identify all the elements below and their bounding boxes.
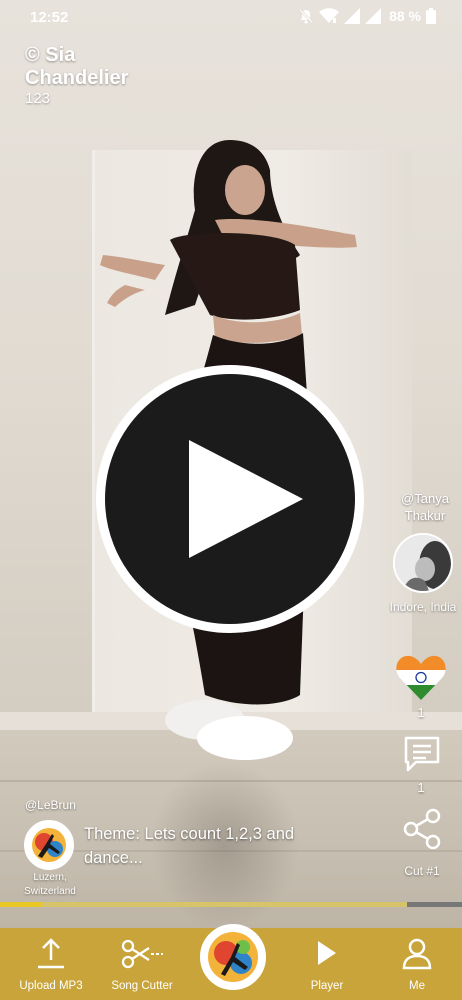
nav-label-upload-mp3: Upload MP3: [19, 980, 83, 992]
scissors-icon: [121, 939, 163, 969]
creator-avatar[interactable]: [393, 533, 453, 593]
center-disc-button[interactable]: [200, 924, 266, 990]
wifi-icon: [319, 8, 340, 23]
disc-artwork: [203, 927, 263, 987]
creator-photo: [395, 535, 451, 591]
nav-label-me: Me: [409, 980, 425, 992]
share-icon[interactable]: [402, 808, 442, 850]
flag-heart-icon[interactable]: [396, 654, 446, 700]
uploader-photo: [26, 822, 72, 868]
nav-upload-mp3[interactable]: Upload MP3: [6, 928, 96, 1000]
person-icon: [402, 938, 432, 970]
battery-icon: [426, 8, 436, 24]
like-count: 1: [417, 705, 425, 720]
creator-location: Indore, India: [389, 600, 457, 614]
status-time: 12:52: [30, 9, 69, 26]
progress-played: [0, 902, 42, 907]
signal-icon: [344, 8, 361, 24]
nav-me[interactable]: Me: [372, 928, 462, 1000]
uploader-location: Luzern, Switzerland: [24, 872, 76, 897]
play-icon: [189, 440, 303, 558]
battery-percent: 88 %: [389, 8, 421, 24]
upload-icon: [38, 938, 64, 969]
song-title: Chandelier: [25, 67, 129, 89]
uploader-handle[interactable]: @LeBrun: [25, 798, 76, 812]
theme-text: Theme: Lets count 1,2,3 and dance...: [84, 825, 295, 867]
song-artist: © Sia: [25, 44, 76, 66]
comment-icon[interactable]: [402, 734, 442, 774]
signal-roaming-icon: [365, 8, 382, 24]
play-button[interactable]: [96, 365, 364, 633]
status-bar: 12:52 88 %: [0, 0, 462, 36]
share-label: Cut #1: [404, 864, 440, 878]
song-count: 123: [25, 90, 51, 107]
comment-count: 1: [417, 780, 425, 795]
nav-label-song-cutter: Song Cutter: [111, 980, 173, 992]
status-icons: 88 %: [298, 8, 436, 24]
nav-song-cutter[interactable]: Song Cutter: [97, 928, 187, 1000]
mute-icon: [299, 9, 313, 24]
progress-buffered: [42, 902, 407, 907]
progress-remaining: [407, 902, 462, 907]
nav-player[interactable]: Player: [282, 928, 372, 1000]
song-info: © Sia Chandelier 123: [25, 44, 128, 108]
right-action-rail: @Tanya Thakur Indore, India 1 1 Cut #1: [382, 488, 462, 888]
play-icon: [318, 941, 336, 965]
creator-handle[interactable]: @Tanya Thakur: [394, 490, 456, 524]
playback-progress-bar[interactable]: [0, 902, 462, 907]
uploader-avatar[interactable]: [24, 820, 74, 870]
nav-label-player: Player: [310, 980, 344, 992]
